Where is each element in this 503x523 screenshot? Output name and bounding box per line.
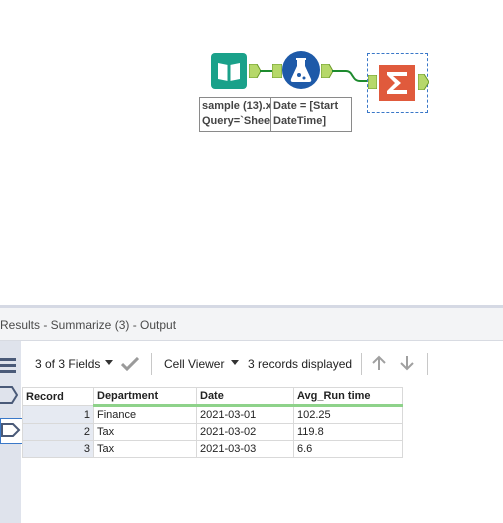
results-table[interactable]: Record Department Date Avg_Run time 1 Fi…: [22, 387, 403, 458]
input-annotation-line2: Query=`Sheet: [202, 115, 273, 127]
workflow-canvas[interactable]: sample (13).x Query=`Sheet Date = [Start…: [0, 0, 503, 305]
avg-run-time-cell[interactable]: 6.6: [293, 440, 403, 458]
table-header-row: Record Department Date Avg_Run time: [22, 387, 403, 407]
column-header-record[interactable]: Record: [22, 387, 94, 406]
arrow-up-icon[interactable]: [371, 355, 387, 371]
chevron-down-icon[interactable]: [105, 360, 113, 365]
results-title: Results - Summarize (3) - Output: [0, 318, 177, 332]
metadata-view-icon[interactable]: [0, 386, 19, 409]
summarize-sigma-icon: [379, 65, 415, 101]
records-count: 3 records displayed: [248, 357, 353, 371]
output-anchor-view-icon[interactable]: [0, 418, 23, 444]
results-header: Results - Summarize (3) - Output: [0, 308, 503, 341]
department-cell[interactable]: Finance: [93, 405, 197, 424]
department-cell[interactable]: Tax: [93, 440, 197, 458]
input-annotation-line1: sample (13).x: [202, 100, 272, 112]
date-cell[interactable]: 2021-03-01: [196, 405, 294, 424]
department-cell[interactable]: Tax: [93, 423, 197, 441]
input-book-icon: [211, 53, 247, 89]
formula-flask-icon: [282, 51, 320, 89]
toolbar-divider: [427, 353, 428, 375]
input-annotation: sample (13).x Query=`Sheet: [199, 97, 273, 132]
chevron-down-icon[interactable]: [231, 360, 239, 365]
formula-annotation-line2: DateTime]: [273, 115, 326, 127]
results-left-rail: [0, 341, 23, 523]
fields-dropdown[interactable]: 3 of 3 Fields: [35, 357, 100, 371]
toolbar-divider: [151, 353, 152, 375]
formula-tool[interactable]: [282, 51, 320, 89]
avg-run-time-cell[interactable]: 119.8: [293, 423, 403, 441]
column-header-date[interactable]: Date: [196, 387, 294, 407]
date-cell[interactable]: 2021-03-03: [196, 440, 294, 458]
table-row[interactable]: 1 Finance 2021-03-01 102.25: [22, 405, 403, 424]
cell-viewer-dropdown[interactable]: Cell Viewer: [164, 357, 224, 371]
formula-annotation: Date = [Start DateTime]: [270, 97, 352, 132]
summarize-tool[interactable]: [367, 53, 430, 113]
table-row[interactable]: 3 Tax 2021-03-03 6.6: [22, 440, 403, 458]
table-row[interactable]: 2 Tax 2021-03-02 119.8: [22, 423, 403, 441]
record-cell[interactable]: 2: [22, 423, 94, 441]
avg-run-time-cell[interactable]: 102.25: [293, 405, 403, 424]
summarize-output-anchor[interactable]: [417, 73, 430, 95]
column-header-department[interactable]: Department: [93, 387, 197, 407]
date-cell[interactable]: 2021-03-02: [196, 423, 294, 441]
results-toolbar: 3 of 3 Fields Cell Viewer 3 records disp…: [21, 341, 503, 385]
data-view-icon[interactable]: [0, 357, 16, 380]
record-cell[interactable]: 1: [22, 405, 94, 424]
column-header-avg-run-time[interactable]: Avg_Run time: [293, 387, 403, 407]
toolbar-divider: [361, 353, 362, 375]
summarize-input-anchor[interactable]: [367, 74, 378, 94]
arrow-down-icon[interactable]: [399, 355, 415, 371]
record-cell[interactable]: 3: [22, 440, 94, 458]
formula-annotation-line1: Date = [Start: [273, 100, 339, 112]
input-data-tool[interactable]: [211, 53, 247, 89]
formula-input-anchor[interactable]: [271, 63, 283, 83]
checkmark-icon[interactable]: [121, 357, 139, 371]
